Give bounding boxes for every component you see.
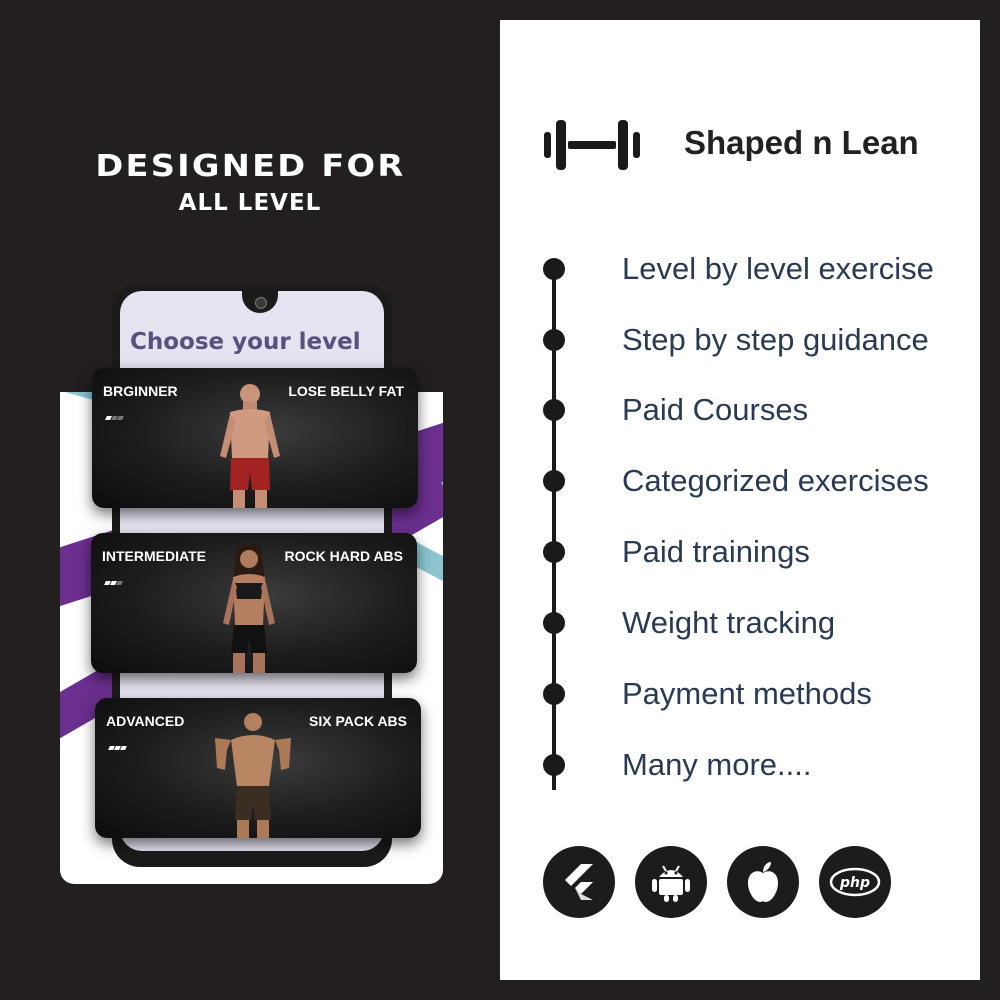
phone-notch [242, 291, 278, 313]
timeline-dot [543, 612, 565, 634]
timeline-dot [543, 541, 565, 563]
intensity-bars-icon [104, 570, 123, 589]
flutter-icon [543, 846, 615, 918]
php-icon: php [819, 846, 891, 918]
promo-headline: DESIGNED FOR ALL LEVEL [60, 148, 440, 220]
athlete-figure-icon [220, 384, 280, 508]
apple-icon [727, 846, 799, 918]
timeline-dot [543, 470, 565, 492]
feature-label: Step by step guidance [622, 322, 929, 357]
dumbbell-icon [544, 120, 640, 170]
level-card-beginner[interactable]: BRGINNER LOSE BELLY FAT [92, 368, 418, 508]
level-name: INTERMEDIATE [102, 548, 206, 564]
headline-line-2: ALL LEVEL [178, 190, 322, 216]
headline-line-1: DESIGNED FOR [94, 149, 406, 184]
timeline-dot [543, 683, 565, 705]
timeline-dot [543, 399, 565, 421]
intensity-bars-icon [108, 735, 127, 754]
timeline-dot [543, 754, 565, 776]
level-card-intermediate[interactable]: INTERMEDIATE ROCK HARD ABS [91, 533, 417, 673]
feature-label: Paid trainings [622, 534, 810, 569]
athlete-figure-icon [215, 713, 291, 838]
php-label: php [839, 875, 870, 891]
choose-level-title: Choose your level [130, 329, 361, 355]
feature-label: Weight tracking [622, 605, 836, 640]
level-goal: ROCK HARD ABS [284, 548, 403, 564]
feature-label: Paid Courses [622, 392, 809, 427]
feature-label: Payment methods [622, 676, 872, 711]
timeline-dot [543, 329, 565, 351]
brand-name: Shaped n Lean [684, 124, 919, 161]
camera-icon [255, 297, 267, 309]
intensity-bars-icon [105, 405, 124, 424]
athlete-figure-icon [223, 544, 275, 673]
level-goal: SIX PACK ABS [308, 713, 407, 729]
level-name: BRGINNER [103, 383, 178, 399]
feature-label: Many more.... [622, 747, 812, 782]
feature-label: Level by level exercise [622, 251, 934, 286]
feature-label: Categorized exercises [622, 463, 929, 498]
timeline-dot [543, 258, 565, 280]
features-panel: Shaped n Lean Level by level exercise St… [500, 20, 980, 980]
level-name: ADVANCED [106, 713, 185, 729]
level-goal: LOSE BELLY FAT [288, 383, 404, 399]
level-card-advanced[interactable]: ADVANCED SIX PACK ABS [95, 698, 421, 838]
android-icon [635, 846, 707, 918]
